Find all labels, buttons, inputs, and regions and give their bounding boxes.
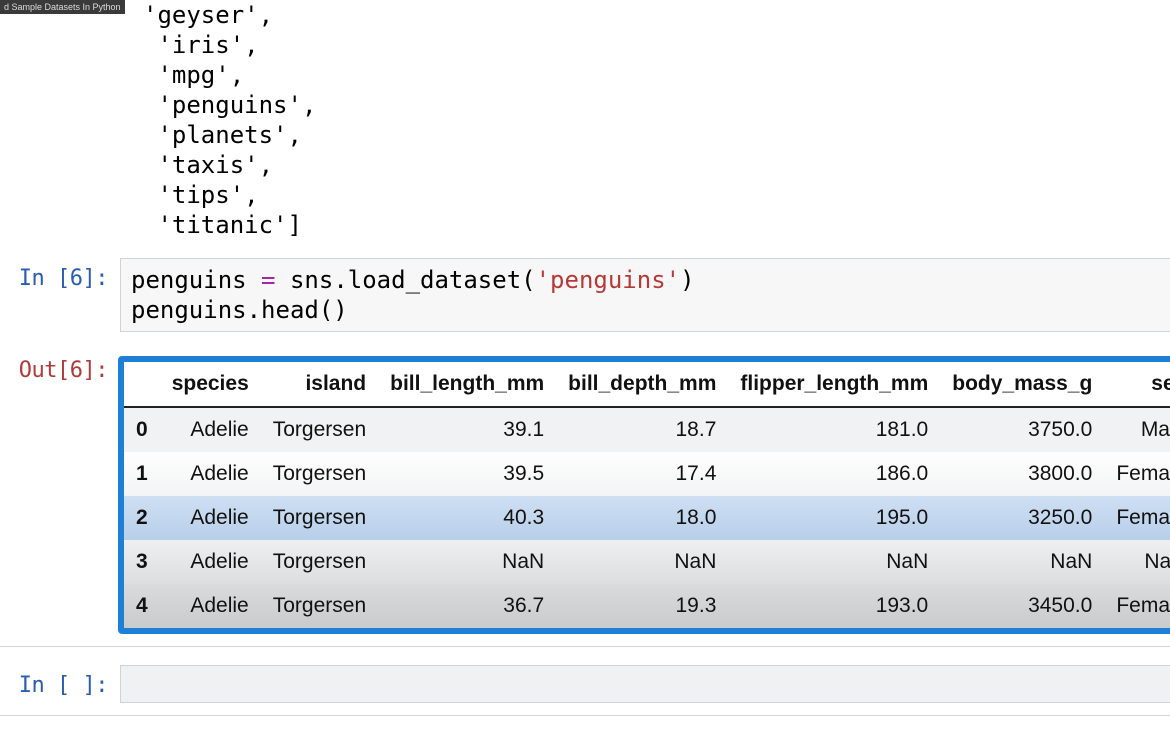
row-index: 3: [124, 540, 160, 584]
notebook-viewport: 'geyser', 'iris', 'mpg', 'penguins', 'pl…: [0, 0, 1170, 743]
cell: 36.7: [378, 584, 556, 628]
cell: Adelie: [160, 452, 261, 496]
code-token: ): [680, 266, 694, 294]
empty-code-cell: In [ ]:: [0, 665, 1170, 703]
output-line: 'taxis',: [157, 151, 273, 179]
cell: 3750.0: [940, 407, 1104, 452]
cell: 3250.0: [940, 496, 1104, 540]
output-line: 'titanic']: [157, 211, 302, 239]
code-token: (: [521, 266, 535, 294]
cell: Torgersen: [261, 584, 378, 628]
cell: 39.5: [378, 452, 556, 496]
cell: 39.1: [378, 407, 556, 452]
cell: Adelie: [160, 496, 261, 540]
column-header: bill_length_mm: [378, 362, 556, 407]
column-header: body_mass_g: [940, 362, 1104, 407]
cell: Female: [1104, 452, 1170, 496]
output-line: 'tips',: [157, 181, 258, 209]
cell: 17.4: [556, 452, 728, 496]
cell: Torgersen: [261, 452, 378, 496]
table-row: 3 Adelie Torgersen NaN NaN NaN NaN NaN: [124, 540, 1170, 584]
cell: NaN: [556, 540, 728, 584]
cell: NaN: [940, 540, 1104, 584]
table-row: 0 Adelie Torgersen 39.1 18.7 181.0 3750.…: [124, 407, 1170, 452]
code-token: 'penguins': [536, 266, 681, 294]
dataframe-table: species island bill_length_mm bill_depth…: [124, 362, 1170, 628]
cell: NaN: [728, 540, 940, 584]
table-header-row: species island bill_length_mm bill_depth…: [124, 362, 1170, 407]
code-input[interactable]: penguins = sns.load_dataset('penguins') …: [120, 258, 1170, 332]
code-token: load_dataset: [348, 266, 521, 294]
cell: Torgersen: [261, 407, 378, 452]
cell: Torgersen: [261, 496, 378, 540]
output-cell-6: Out[6]: species island bill_length_mm bi…: [0, 350, 1170, 634]
column-header: bill_depth_mm: [556, 362, 728, 407]
cell: Adelie: [160, 584, 261, 628]
table-row: 2 Adelie Torgersen 40.3 18.0 195.0 3250.…: [124, 496, 1170, 540]
previous-output: 'geyser', 'iris', 'mpg', 'penguins', 'pl…: [0, 0, 1170, 240]
output-line: 'planets',: [157, 121, 302, 149]
code-token: =: [247, 266, 290, 294]
table-row: 1 Adelie Torgersen 39.5 17.4 186.0 3800.…: [124, 452, 1170, 496]
output-area: species island bill_length_mm bill_depth…: [120, 350, 1170, 634]
table-row: 4 Adelie Torgersen 36.7 19.3 193.0 3450.…: [124, 584, 1170, 628]
output-line: 'iris',: [157, 31, 258, 59]
cell: 186.0: [728, 452, 940, 496]
dataframe-highlight-box: species island bill_length_mm bill_depth…: [118, 356, 1170, 634]
cell: Adelie: [160, 407, 261, 452]
cell: 18.0: [556, 496, 728, 540]
code-token: sns: [290, 266, 333, 294]
column-header: species: [160, 362, 261, 407]
output-line: 'mpg',: [157, 61, 244, 89]
index-header: [124, 362, 160, 407]
code-token: .: [247, 296, 261, 324]
cell: 195.0: [728, 496, 940, 540]
output-line: 'geyser',: [143, 1, 273, 29]
cell: 40.3: [378, 496, 556, 540]
cell: 18.7: [556, 407, 728, 452]
row-index: 4: [124, 584, 160, 628]
cell: Female: [1104, 584, 1170, 628]
column-header: flipper_length_mm: [728, 362, 940, 407]
column-header: island: [261, 362, 378, 407]
cell: Female: [1104, 496, 1170, 540]
code-token: .: [333, 266, 347, 294]
cell: 3800.0: [940, 452, 1104, 496]
code-input-empty[interactable]: [120, 665, 1170, 703]
code-token: (): [319, 296, 348, 324]
code-token: penguins: [131, 296, 247, 324]
cell: 3450.0: [940, 584, 1104, 628]
cell: NaN: [1104, 540, 1170, 584]
cell-separator: [0, 646, 1170, 647]
cell: Torgersen: [261, 540, 378, 584]
cell: 193.0: [728, 584, 940, 628]
code-token: head: [261, 296, 319, 324]
output-prompt: Out[6]:: [0, 350, 120, 383]
input-prompt: In [6]:: [0, 258, 120, 291]
cell-separator: [0, 715, 1170, 716]
cell: Male: [1104, 407, 1170, 452]
code-token: penguins: [131, 266, 247, 294]
row-index: 0: [124, 407, 160, 452]
cell: 181.0: [728, 407, 940, 452]
cell: NaN: [378, 540, 556, 584]
code-cell-6: In [6]: penguins = sns.load_dataset('pen…: [0, 258, 1170, 332]
row-index: 2: [124, 496, 160, 540]
column-header: sex: [1104, 362, 1170, 407]
cell: 19.3: [556, 584, 728, 628]
output-line: 'penguins',: [157, 91, 316, 119]
cell: Adelie: [160, 540, 261, 584]
row-index: 1: [124, 452, 160, 496]
input-prompt-empty: In [ ]:: [0, 665, 120, 698]
